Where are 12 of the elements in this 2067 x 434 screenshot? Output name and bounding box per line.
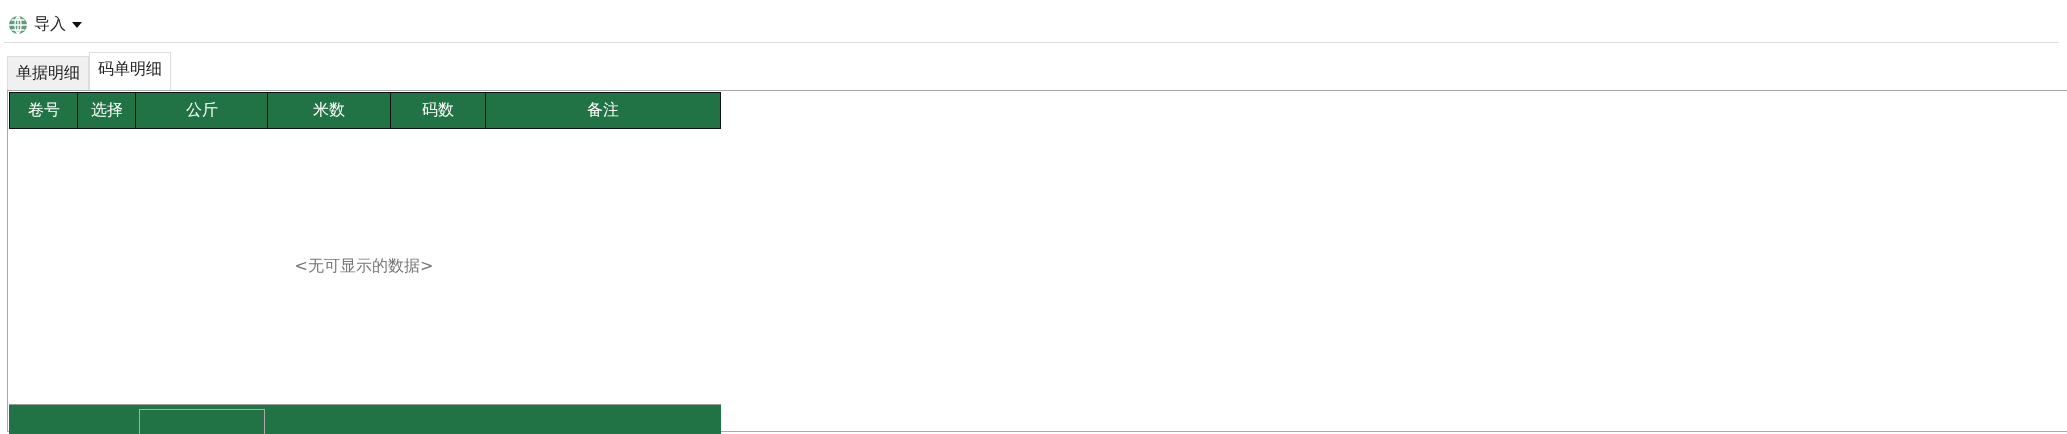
caret-icon bbox=[72, 21, 82, 28]
globe-icon bbox=[8, 14, 28, 35]
column-header[interactable]: 米数 bbox=[268, 93, 391, 128]
tab[interactable]: 码单明细 bbox=[89, 52, 171, 90]
column-header[interactable]: 选择 bbox=[78, 93, 136, 128]
column-header[interactable]: 码数 bbox=[391, 93, 486, 128]
import-button[interactable]: 导入 bbox=[4, 12, 86, 37]
column-header[interactable]: 卷号 bbox=[10, 93, 78, 128]
empty-message: <无可显示的数据> bbox=[294, 256, 434, 277]
column-header[interactable]: 备注 bbox=[486, 93, 720, 128]
column-header[interactable]: 公斤 bbox=[136, 93, 268, 128]
tab[interactable]: 单据明细 bbox=[7, 56, 89, 90]
